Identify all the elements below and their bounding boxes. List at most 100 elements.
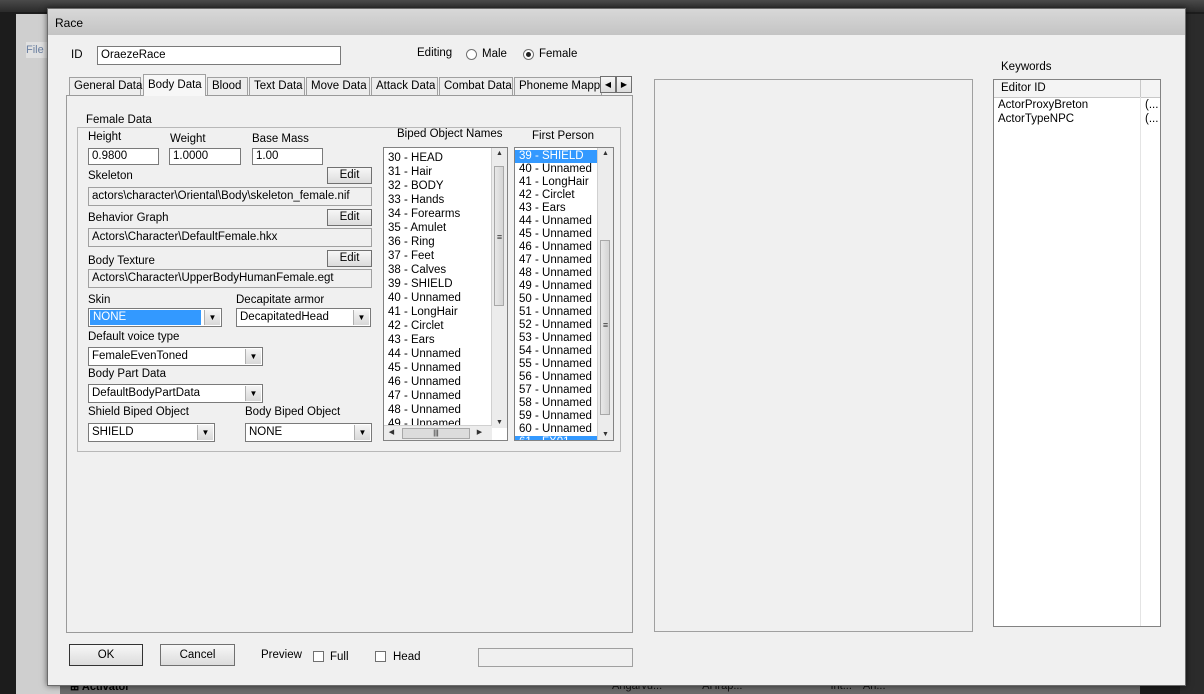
tab-move-data[interactable]: Move Data <box>306 77 370 95</box>
first-person-item[interactable]: 48 - Unnamed <box>515 267 598 280</box>
biped-list-item[interactable]: 42 - Circlet <box>384 319 492 333</box>
first-person-item[interactable]: 56 - Unnamed <box>515 371 598 384</box>
chevron-down-icon[interactable]: ▼ <box>197 425 213 440</box>
female-data-title: Female Data <box>84 114 154 126</box>
biped-list-item[interactable]: 46 - Unnamed <box>384 375 492 389</box>
texture-edit-button[interactable]: Edit <box>327 250 372 267</box>
weight-input[interactable]: 1.0000 <box>169 148 241 165</box>
biped-list-item[interactable]: 45 - Unnamed <box>384 361 492 375</box>
biped-list-hscrollbar[interactable]: ◀ ||| ▶ <box>384 425 492 440</box>
first-person-item[interactable]: 39 - SHIELD <box>515 150 598 163</box>
skin-select[interactable]: NONE ▼ <box>88 308 222 327</box>
first-person-item[interactable]: 49 - Unnamed <box>515 280 598 293</box>
tab-general-data[interactable]: General Data <box>69 77 142 95</box>
biped-list-item[interactable]: 35 - Amulet <box>384 221 492 235</box>
chevron-down-icon[interactable]: ▼ <box>354 425 370 440</box>
first-person-item[interactable]: 42 - Circlet <box>515 189 598 202</box>
dialog-titlebar[interactable]: Race <box>48 9 1185 35</box>
first-person-item[interactable]: 52 - Unnamed <box>515 319 598 332</box>
first-person-item[interactable]: 59 - Unnamed <box>515 410 598 423</box>
radio-male[interactable] <box>466 49 477 60</box>
chevron-down-icon[interactable]: ▼ <box>245 349 261 364</box>
biped-list-item[interactable]: 44 - Unnamed <box>384 347 492 361</box>
first-person-item[interactable]: 50 - Unnamed <box>515 293 598 306</box>
first-person-item[interactable]: 51 - Unnamed <box>515 306 598 319</box>
first-person-item[interactable]: 47 - Unnamed <box>515 254 598 267</box>
first-person-item[interactable]: 41 - LongHair <box>515 176 598 189</box>
scroll-down-icon[interactable]: ▼ <box>598 431 613 438</box>
scroll-right-icon[interactable]: ▶ <box>472 428 487 436</box>
keywords-list[interactable]: Editor ID ActorProxyBreton (... ActorTyp… <box>993 79 1161 627</box>
first-person-item[interactable]: 57 - Unnamed <box>515 384 598 397</box>
tab-text-data[interactable]: Text Data <box>249 77 305 95</box>
first-person-item[interactable]: 45 - Unnamed <box>515 228 598 241</box>
biped-list-item[interactable]: 37 - Feet <box>384 249 492 263</box>
preview-panel[interactable] <box>654 79 973 632</box>
radio-female[interactable] <box>523 49 534 60</box>
biped-list-item[interactable]: 30 - HEAD <box>384 151 492 165</box>
biped-list-item[interactable]: 38 - Calves <box>384 263 492 277</box>
biped-list-item[interactable]: 32 - BODY <box>384 179 492 193</box>
biped-list-item[interactable]: 48 - Unnamed <box>384 403 492 417</box>
behavior-edit-button[interactable]: Edit <box>327 209 372 226</box>
base-mass-input[interactable]: 1.00 <box>252 148 323 165</box>
tab-blood[interactable]: Blood <box>207 77 248 95</box>
skeleton-edit-button[interactable]: Edit <box>327 167 372 184</box>
scroll-left-icon[interactable]: ◀ <box>384 428 399 436</box>
biped-list-item[interactable]: 33 - Hands <box>384 193 492 207</box>
scroll-down-icon[interactable]: ▼ <box>492 419 507 426</box>
biped-list-item[interactable]: 31 - Hair <box>384 165 492 179</box>
tab-body-data[interactable]: Body Data <box>143 74 206 96</box>
height-input[interactable]: 0.9800 <box>88 148 159 165</box>
first-person-item[interactable]: 55 - Unnamed <box>515 358 598 371</box>
tab-scroll-left-icon[interactable]: ◀ <box>600 76 616 93</box>
tab-attack-data[interactable]: Attack Data <box>371 77 438 95</box>
first-person-item[interactable]: 60 - Unnamed <box>515 423 598 436</box>
shield-biped-select[interactable]: SHIELD ▼ <box>88 423 215 442</box>
biped-list-item[interactable]: 40 - Unnamed <box>384 291 492 305</box>
tab-combat-data[interactable]: Combat Data <box>439 77 513 95</box>
first-person-item[interactable]: 44 - Unnamed <box>515 215 598 228</box>
first-person-item[interactable]: 46 - Unnamed <box>515 241 598 254</box>
first-person-item[interactable]: 43 - Ears <box>515 202 598 215</box>
first-person-item[interactable]: 54 - Unnamed <box>515 345 598 358</box>
chevron-down-icon[interactable]: ▼ <box>245 386 261 401</box>
first-person-item[interactable]: 58 - Unnamed <box>515 397 598 410</box>
biped-list-item[interactable]: 41 - LongHair <box>384 305 492 319</box>
first-person-list[interactable]: 39 - SHIELD 40 - Unnamed 41 - LongHair 42 -… <box>514 147 614 441</box>
radio-selected-dot <box>526 52 531 57</box>
biped-list-item[interactable]: 47 - Unnamed <box>384 389 492 403</box>
first-person-scrollbar[interactable]: ▲ ≡ ▼ <box>597 148 613 440</box>
body-part-data-select[interactable]: DefaultBodyPartData ▼ <box>88 384 263 403</box>
biped-list-scrollbar[interactable]: ▲ ≡ ▼ <box>491 148 507 428</box>
first-person-item[interactable]: 40 - Unnamed <box>515 163 598 176</box>
tab-phoneme-mapping[interactable]: Phoneme Mappi <box>514 77 602 95</box>
chevron-down-icon[interactable]: ▼ <box>204 310 220 325</box>
biped-object-names-list[interactable]: 30 - HEAD 31 - Hair 32 - BODY 33 - Hands 34 … <box>383 147 508 441</box>
keywords-column-header[interactable]: Editor ID <box>994 80 1141 98</box>
scroll-up-icon[interactable]: ▲ <box>598 150 613 157</box>
biped-list-item[interactable]: 36 - Ring <box>384 235 492 249</box>
default-voice-select[interactable]: FemaleEvenToned ▼ <box>88 347 263 366</box>
biped-list-item[interactable]: 34 - Forearms <box>384 207 492 221</box>
tab-scroll-right-icon[interactable]: ▶ <box>616 76 632 93</box>
keyword-id: ActorTypeNPC <box>998 113 1075 125</box>
behavior-graph-path: Actors\Character\DefaultFemale.hkx <box>88 228 372 247</box>
decapitate-armor-select[interactable]: DecapitatedHead ▼ <box>236 308 371 327</box>
hscroll-thumb[interactable]: ||| <box>402 428 470 439</box>
preview-status-field <box>478 648 633 667</box>
id-input[interactable]: OraezeRace <box>97 46 341 65</box>
full-checkbox[interactable] <box>313 651 324 662</box>
background-file-menu[interactable]: File <box>26 42 48 58</box>
keywords-column-header-2[interactable] <box>1141 80 1160 98</box>
scroll-up-icon[interactable]: ▲ <box>492 150 507 157</box>
first-person-item[interactable]: 61 - FX01 <box>515 436 598 440</box>
head-checkbox[interactable] <box>375 651 386 662</box>
biped-list-item[interactable]: 43 - Ears <box>384 333 492 347</box>
biped-list-item[interactable]: 39 - SHIELD <box>384 277 492 291</box>
chevron-down-icon[interactable]: ▼ <box>353 310 369 325</box>
cancel-button[interactable]: Cancel <box>160 644 235 666</box>
body-biped-select[interactable]: NONE ▼ <box>245 423 372 442</box>
ok-button[interactable]: OK <box>69 644 143 666</box>
first-person-item[interactable]: 53 - Unnamed <box>515 332 598 345</box>
